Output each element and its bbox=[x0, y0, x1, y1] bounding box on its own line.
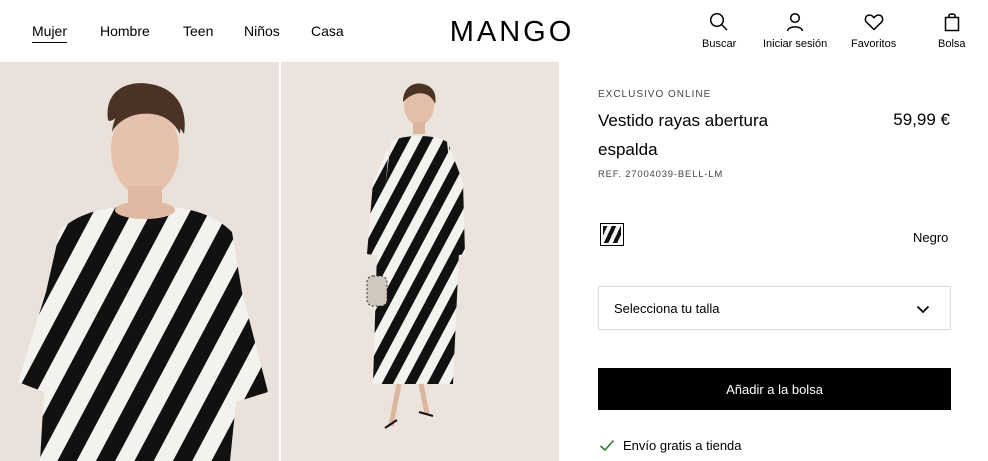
chevron-down-icon bbox=[916, 305, 930, 314]
product-title: Vestido rayas abertura espalda bbox=[598, 111, 769, 159]
site-header: Mujer Hombre Teen Niños Casa MANGO Busca… bbox=[0, 0, 988, 62]
bag-label: Bolsa bbox=[938, 38, 966, 50]
product-reference: REF. 27004039-BELL-LM bbox=[598, 169, 724, 180]
account-button[interactable]: Iniciar sesión bbox=[763, 12, 827, 50]
free-shipping-info: Envío gratis a tienda bbox=[599, 438, 742, 453]
search-button[interactable]: Buscar bbox=[702, 12, 736, 50]
add-to-bag-button[interactable]: Añadir a la bolsa bbox=[598, 368, 951, 410]
search-label: Buscar bbox=[702, 38, 737, 50]
product-price: 59,99 € bbox=[893, 110, 950, 129]
user-icon bbox=[786, 12, 804, 32]
size-select[interactable]: Selecciona tu talla bbox=[598, 286, 951, 330]
check-icon bbox=[599, 439, 615, 452]
favorites-label: Favoritos bbox=[851, 38, 897, 50]
product-image-closeup[interactable] bbox=[0, 62, 279, 461]
size-select-placeholder: Selecciona tu talla bbox=[614, 301, 720, 316]
free-shipping-text: Envío gratis a tienda bbox=[623, 438, 742, 453]
model-closeup-illustration bbox=[0, 62, 279, 461]
bag-button[interactable]: Bolsa bbox=[938, 12, 966, 50]
bag-icon bbox=[944, 13, 960, 32]
favorites-button[interactable]: Favoritos bbox=[851, 12, 896, 50]
selected-color-label: Negro bbox=[913, 230, 949, 245]
exclusive-online-badge: EXCLUSIVO ONLINE bbox=[598, 89, 712, 100]
model-full-body-illustration bbox=[281, 62, 559, 461]
product-image-full-body[interactable] bbox=[281, 62, 559, 461]
swatch-stripe-pattern bbox=[603, 226, 621, 243]
search-icon bbox=[710, 12, 728, 31]
account-label: Iniciar sesión bbox=[763, 38, 828, 50]
heart-icon bbox=[864, 14, 883, 31]
color-swatch-negro[interactable] bbox=[600, 223, 624, 246]
